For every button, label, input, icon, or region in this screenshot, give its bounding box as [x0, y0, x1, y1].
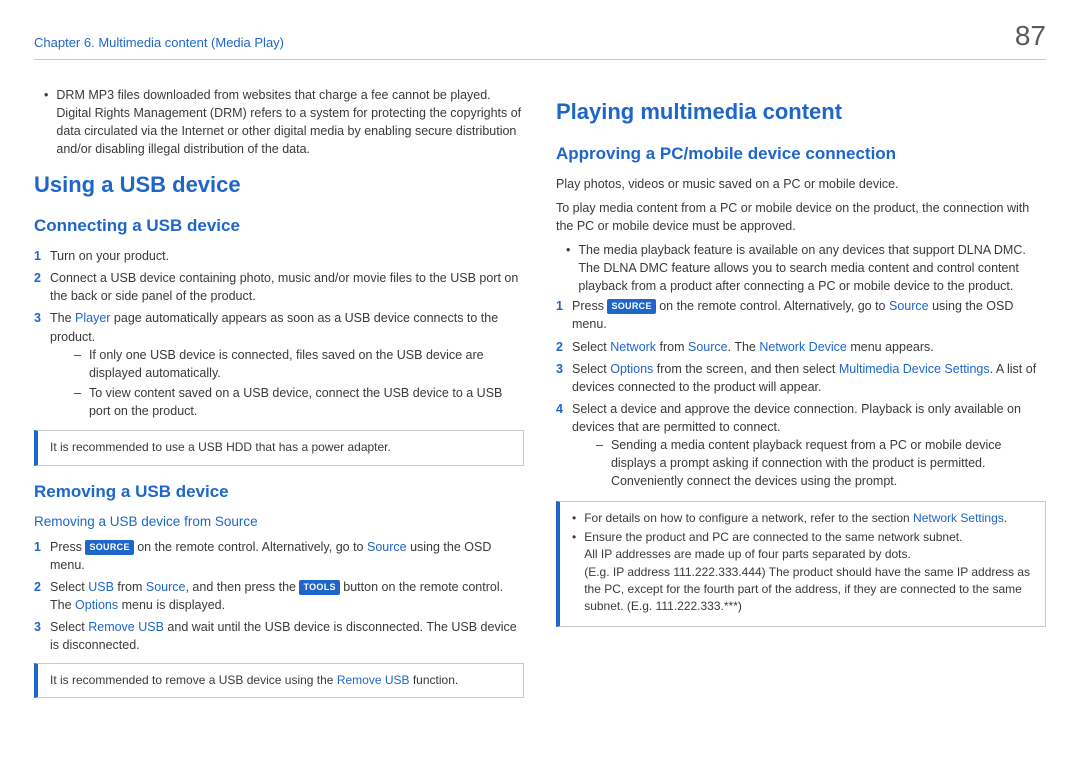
step: Turn on your product.: [34, 247, 524, 265]
note-bullet: For details on how to configure a networ…: [572, 510, 1033, 527]
step: Select Network from Source. The Network …: [556, 338, 1046, 356]
tools-key-icon: TOOLS: [299, 580, 339, 595]
text: Select: [50, 620, 88, 634]
content-columns: DRM MP3 files downloaded from websites t…: [34, 86, 1046, 749]
text: Select: [572, 362, 610, 376]
source-key-icon: SOURCE: [85, 540, 133, 555]
text: Press: [572, 299, 607, 313]
left-column: DRM MP3 files downloaded from websites t…: [34, 86, 524, 749]
text: . The: [728, 340, 760, 354]
step: Connect a USB device containing photo, m…: [34, 269, 524, 305]
connecting-steps: Turn on your product. Connect a USB devi…: [34, 247, 524, 422]
step: The Player page automatically appears as…: [34, 309, 524, 422]
text: It is recommended to remove a USB device…: [50, 673, 337, 687]
heading-using-usb: Using a USB device: [34, 169, 524, 201]
text: (E.g. IP address 111.222.333.444) The pr…: [584, 565, 1030, 614]
text: Select: [572, 340, 610, 354]
heading-removing-usb: Removing a USB device: [34, 480, 524, 505]
step: Press SOURCE on the remote control. Alte…: [556, 297, 1046, 333]
step: Select Remove USB and wait until the USB…: [34, 618, 524, 654]
text: DRM MP3 files downloaded from websites t…: [56, 88, 490, 102]
text: menu is displayed.: [118, 598, 225, 612]
multimedia-device-settings-link: Multimedia Device Settings: [839, 362, 990, 376]
remove-usb-link: Remove USB: [88, 620, 164, 634]
text: on the remote control. Alternatively, go…: [656, 299, 889, 313]
subheading-removing-from-source: Removing a USB device from Source: [34, 512, 524, 532]
approving-steps: Press SOURCE on the remote control. Alte…: [556, 297, 1046, 492]
source-key-icon: SOURCE: [607, 299, 655, 314]
sub-item: To view content saved on a USB device, c…: [50, 384, 524, 420]
text: page automatically appears as soon as a …: [50, 311, 498, 343]
text: from: [656, 340, 688, 354]
text: Press: [50, 540, 85, 554]
player-link: Player: [75, 311, 110, 325]
options-link: Options: [75, 598, 118, 612]
note-bullet: Ensure the product and PC are connected …: [572, 529, 1033, 616]
right-column: Playing multimedia content Approving a P…: [556, 86, 1046, 749]
step: Select USB from Source, and then press t…: [34, 578, 524, 614]
note-remove-usb: It is recommended to remove a USB device…: [34, 663, 524, 698]
usb-link: USB: [88, 580, 114, 594]
text: from the screen, and then select: [653, 362, 839, 376]
source-link: Source: [889, 299, 929, 313]
note-network: For details on how to configure a networ…: [556, 501, 1046, 627]
step: Press SOURCE on the remote control. Alte…: [34, 538, 524, 574]
chapter-header: Chapter 6. Multimedia content (Media Pla…: [34, 34, 1046, 60]
network-link: Network: [610, 340, 656, 354]
network-device-link: Network Device: [759, 340, 847, 354]
text: function.: [410, 673, 459, 687]
text: Digital Rights Management (DRM) refers t…: [56, 106, 521, 156]
heading-playing-content: Playing multimedia content: [556, 96, 1046, 128]
text: Select a device and approve the device c…: [572, 402, 1021, 434]
text: .: [1004, 511, 1007, 525]
text: If only one USB device is connected, fil…: [89, 346, 524, 382]
text: from: [114, 580, 146, 594]
removing-steps: Press SOURCE on the remote control. Alte…: [34, 538, 524, 655]
note-usb-hdd: It is recommended to use a USB HDD that …: [34, 430, 524, 465]
text: Play photos, videos or music saved on a …: [556, 175, 1046, 193]
dlna-bullet: The media playback feature is available …: [556, 241, 1046, 295]
network-settings-link: Network Settings: [913, 511, 1004, 525]
text: The media playback feature is available …: [578, 241, 1046, 295]
sub-item: Sending a media content playback request…: [572, 436, 1046, 490]
heading-approving-connection: Approving a PC/mobile device connection: [556, 142, 1046, 167]
step: Select a device and approve the device c…: [556, 400, 1046, 493]
text: All IP addresses are made up of four par…: [584, 547, 911, 561]
options-link: Options: [610, 362, 653, 376]
step: Select Options from the screen, and then…: [556, 360, 1046, 396]
text: Ensure the product and PC are connected …: [584, 530, 962, 544]
heading-connecting-usb: Connecting a USB device: [34, 214, 524, 239]
text: on the remote control. Alternatively, go…: [134, 540, 367, 554]
drm-bullet: DRM MP3 files downloaded from websites t…: [34, 86, 524, 159]
text: Connect a USB device containing photo, m…: [50, 269, 524, 305]
source-link: Source: [146, 580, 186, 594]
text: For details on how to configure a networ…: [584, 511, 913, 525]
text: Sending a media content playback request…: [611, 436, 1046, 490]
text: The: [50, 311, 75, 325]
text: , and then press the: [185, 580, 299, 594]
remove-usb-link: Remove USB: [337, 673, 410, 687]
source-link: Source: [367, 540, 407, 554]
text: To view content saved on a USB device, c…: [89, 384, 524, 420]
sub-item: If only one USB device is connected, fil…: [50, 346, 524, 382]
text: Turn on your product.: [50, 247, 524, 265]
text: Select: [50, 580, 88, 594]
text: menu appears.: [847, 340, 934, 354]
source-link: Source: [688, 340, 728, 354]
text: To play media content from a PC or mobil…: [556, 199, 1046, 235]
